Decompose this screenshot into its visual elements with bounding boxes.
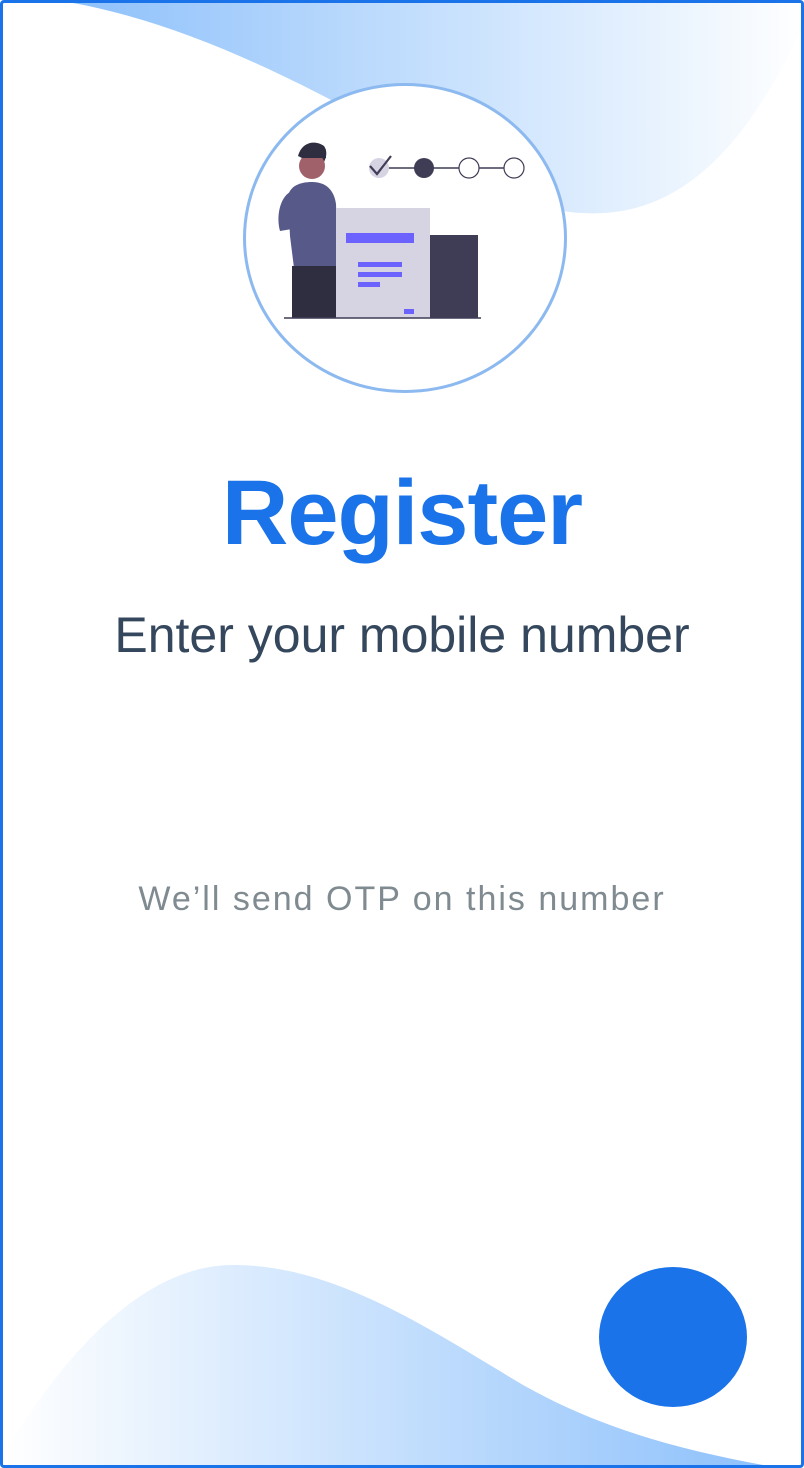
otp-hint-text: We’ll send OTP on this number [138,880,666,918]
progress-stepper [369,155,525,179]
step-pending-icon [458,157,480,179]
step-pending-icon [503,157,525,179]
page-subtitle: Enter your mobile number [114,607,690,663]
page-title: Register [221,462,583,564]
registration-illustration [243,83,567,393]
next-button[interactable] [599,1267,747,1407]
register-screen: Register Enter your mobile number We’ll … [0,0,804,1468]
mobile-number-input[interactable] [123,738,687,810]
form-document-icon [336,208,430,318]
step-current-icon [414,158,434,178]
